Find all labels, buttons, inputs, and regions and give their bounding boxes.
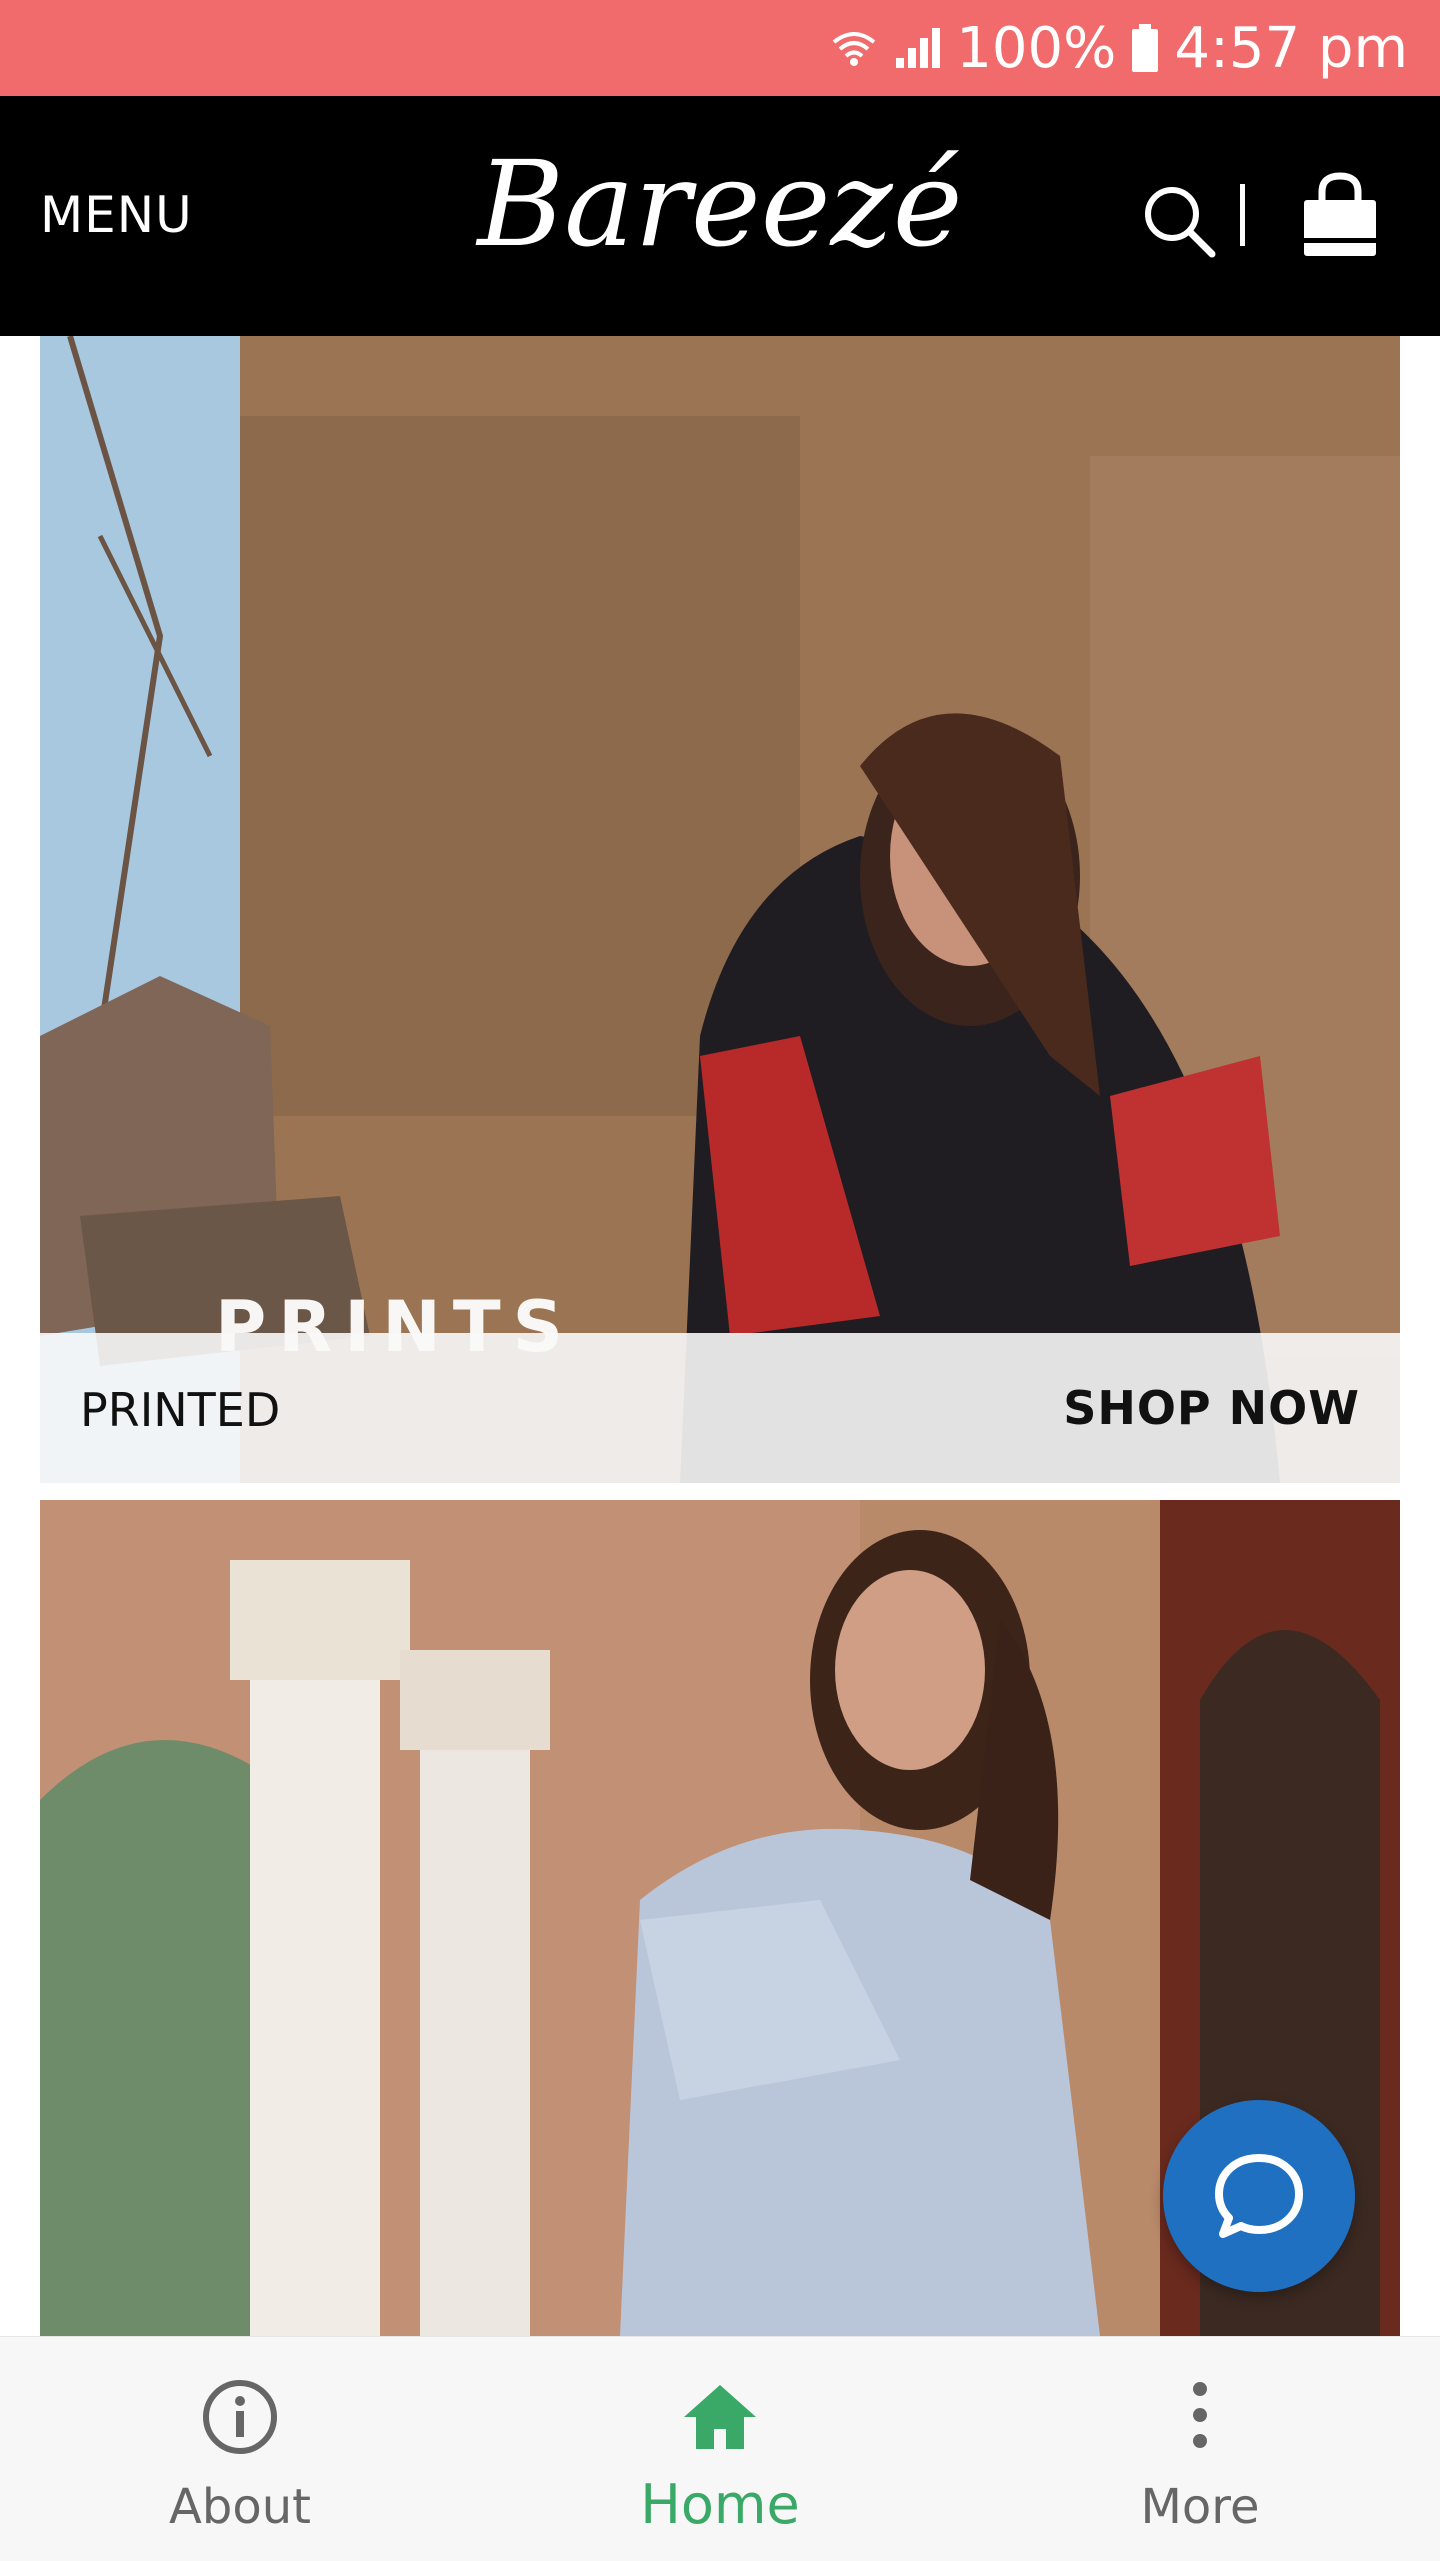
more-vertical-icon (1193, 2382, 1207, 2448)
bottom-navigation: About Home More (0, 2336, 1440, 2561)
nav-home-label: Home (640, 2473, 800, 2536)
signal-icon (892, 24, 942, 72)
status-indicators: 100% 4:57 pm (830, 0, 1408, 96)
clock: 4:57 pm (1174, 15, 1408, 81)
category-label: PRINTED (80, 1383, 281, 1437)
app-header: MENU Bareezé (0, 96, 1440, 336)
brand-logo[interactable]: Bareezé (0, 134, 1440, 274)
nav-home[interactable]: Home (570, 2337, 870, 2561)
nav-more[interactable]: More (1050, 2337, 1350, 2561)
nav-about[interactable]: About (90, 2337, 390, 2561)
nav-about-label: About (169, 2479, 311, 2535)
chat-button[interactable] (1163, 2100, 1355, 2292)
wifi-icon (830, 24, 878, 72)
banner-printed[interactable]: PRINTS PRINTED SHOP NOW (40, 336, 1400, 1483)
battery-percent: 100% (956, 15, 1117, 81)
battery-icon (1130, 22, 1160, 74)
shop-now-button[interactable]: SHOP NOW (1063, 1381, 1360, 1435)
banner-caption-bar: PRINTED SHOP NOW (40, 1333, 1400, 1483)
info-icon (203, 2380, 277, 2454)
shopping-bag-icon[interactable] (1298, 170, 1382, 260)
nav-more-label: More (1140, 2479, 1260, 2535)
header-divider (1240, 184, 1245, 246)
chat-bubble-icon (1215, 2154, 1303, 2238)
status-bar: 100% 4:57 pm (0, 0, 1440, 96)
home-icon (684, 2385, 756, 2449)
search-icon[interactable] (1140, 182, 1220, 262)
